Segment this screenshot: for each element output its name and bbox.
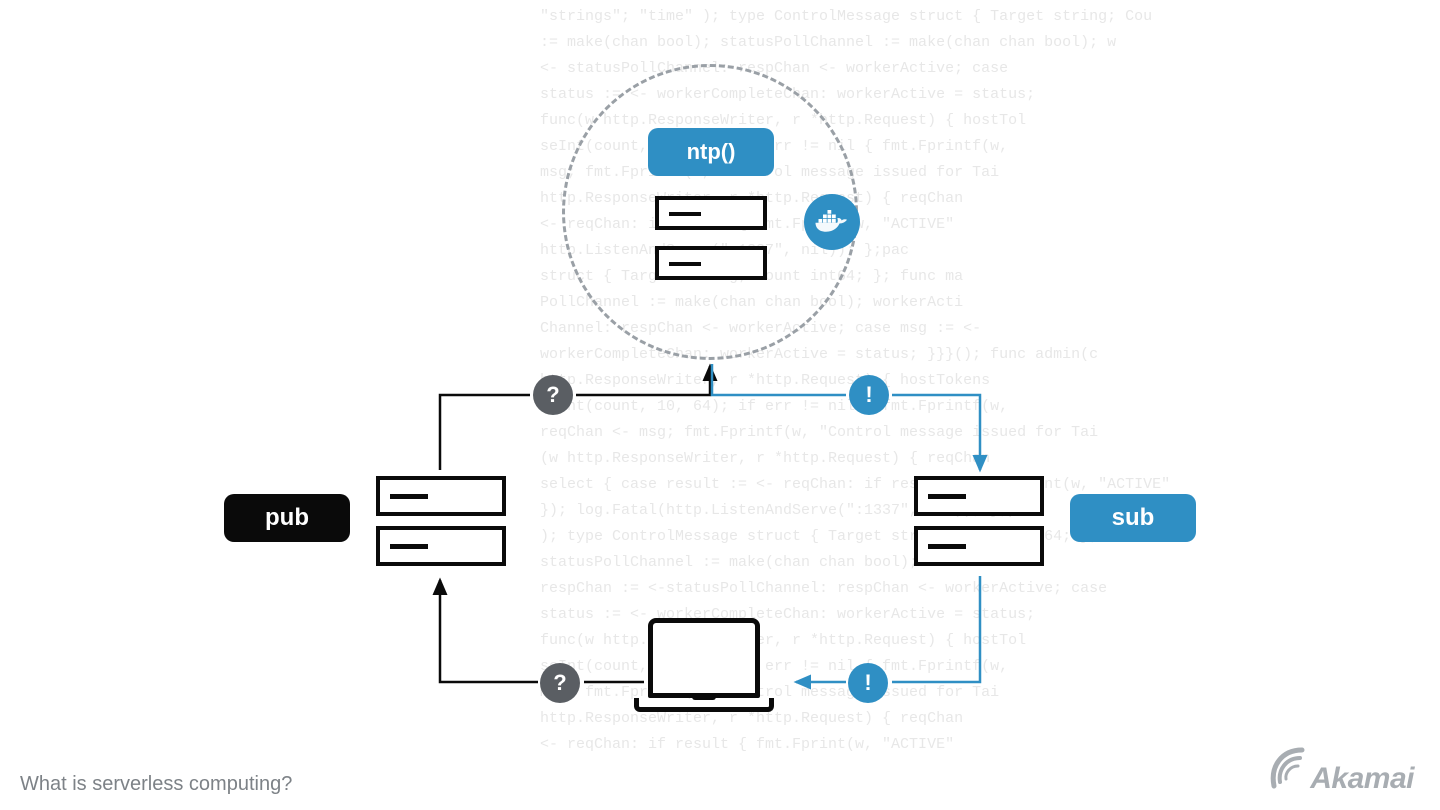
pub-label: pub (224, 494, 350, 542)
akamai-wave-icon (1266, 746, 1310, 790)
server-icon (914, 526, 1044, 566)
server-icon (914, 476, 1044, 516)
server-icon (655, 246, 767, 280)
page-caption: What is serverless computing? (20, 773, 292, 796)
exclaim-icon: ! (848, 663, 888, 703)
exclaim-icon: ! (849, 375, 889, 415)
question-icon: ? (533, 375, 573, 415)
server-icon (376, 476, 506, 516)
docker-icon (804, 194, 860, 250)
sub-label: sub (1070, 494, 1196, 542)
question-icon: ? (540, 663, 580, 703)
brand-logo-text: Akamai (1310, 762, 1414, 796)
diagram-canvas: ntp() pub sub ? ! ? ! (0, 0, 1440, 810)
laptop-icon (648, 618, 774, 712)
server-icon (376, 526, 506, 566)
server-icon (655, 196, 767, 230)
ntp-function-badge: ntp() (648, 128, 774, 176)
